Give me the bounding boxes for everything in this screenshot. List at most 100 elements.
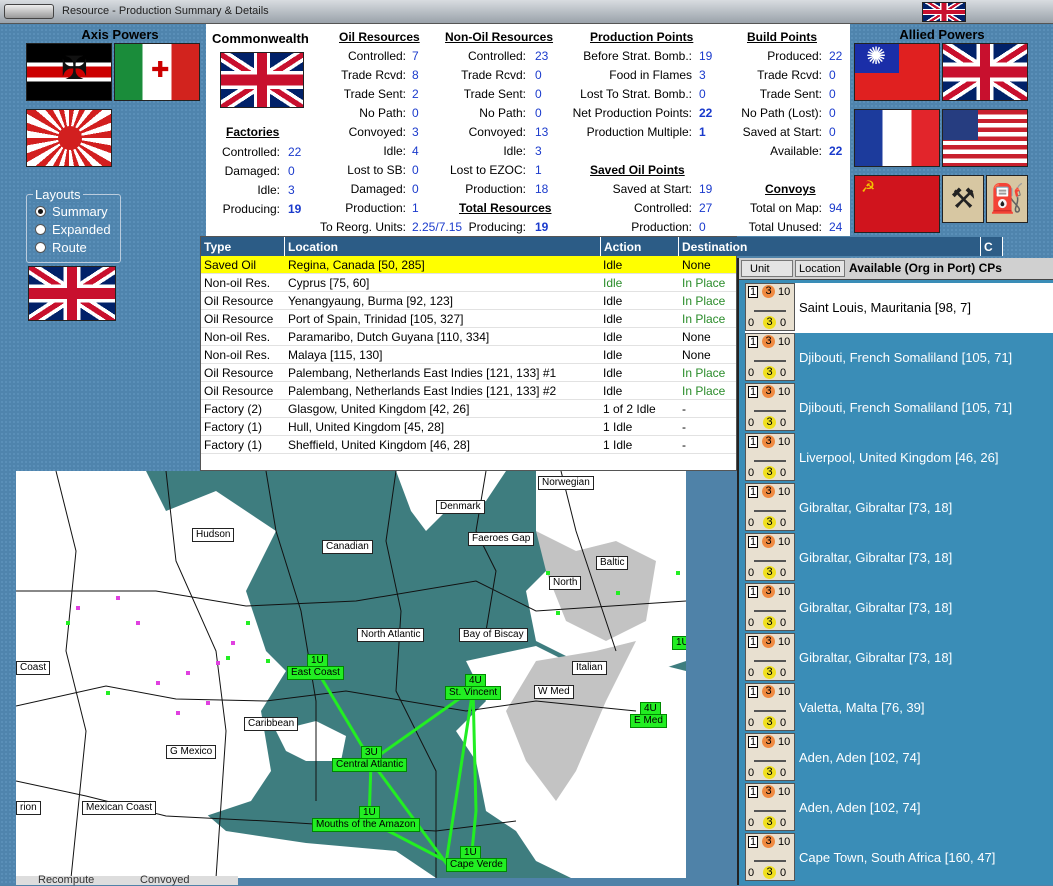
cell-type: Oil Resource (204, 384, 274, 398)
table-row[interactable]: Oil Resource Yenangyaung, Burma [92, 123]… (201, 292, 736, 310)
table-row[interactable]: Factory (1) Hull, United Kingdom [45, 28]… (201, 418, 736, 436)
savedoil-label: Saved at Start: (612, 182, 692, 196)
table-row[interactable]: Saved Oil Regina, Canada [50, 285] Idle Non… (201, 256, 736, 274)
convoy-unit-icon: 1 3 10 0 3 0 (745, 633, 795, 681)
nonoil-label: Controlled: (467, 49, 526, 63)
nonoil-value: 0 (535, 87, 542, 101)
table-row[interactable]: Oil Resource Port of Spain, Trinidad [105… (201, 310, 736, 328)
unit-stat: 3 (762, 635, 775, 648)
mine-icon[interactable]: ⚒ (942, 175, 984, 223)
bp-value: 0 (829, 106, 836, 120)
route-sea-label[interactable]: Central Atlantic (332, 758, 408, 772)
table-row[interactable]: Factory (1) Sheffield, United Kingdom [46… (201, 436, 736, 454)
convoyed-option[interactable]: Convoyed (140, 874, 190, 886)
nonoil-label: No Path: (479, 106, 526, 120)
cp-list-item[interactable]: 1 3 10 0 3 0 Cape Town, South Africa [160, 47] (745, 833, 1053, 883)
table-row[interactable]: Non-oil Res. Malaya [115, 130] Idle None (201, 346, 736, 364)
cp-list-item[interactable]: 1 3 10 0 3 0 Djibouti, French Somaliland [105,… (745, 333, 1053, 383)
cell-location: Regina, Canada [50, 285] (288, 258, 425, 272)
table-row[interactable]: Non-oil Res. Cyprus [75, 60] Idle In Place (201, 274, 736, 292)
nonoil-label: Trade Sent: (463, 87, 526, 101)
col-destination[interactable]: Destination (679, 237, 981, 256)
cp-list-item[interactable]: 1 3 10 0 3 0 Valetta, Malta [76, 39] (745, 683, 1053, 733)
cell-type: Saved Oil (204, 258, 257, 272)
france-flag-icon[interactable] (854, 109, 940, 167)
usa-flag-icon[interactable] (942, 109, 1028, 167)
col-type[interactable]: Type (201, 237, 285, 256)
route-sea-label[interactable]: Mouths of the Amazon (312, 818, 420, 832)
savedoil-label: Controlled: (633, 201, 692, 215)
unit-stat: 3 (763, 516, 776, 529)
unit-stat: 1 (748, 286, 758, 298)
table-row[interactable]: Factory (2) Glasgow, United Kingdom [42, … (201, 400, 736, 418)
unit-stat: 0 (780, 567, 787, 579)
unit-stat: 0 (748, 467, 755, 479)
table-row[interactable]: Oil Resource Palembang, Netherlands East … (201, 382, 736, 400)
cp-list-item[interactable]: 1 3 10 0 3 0 Gibraltar, Gibraltar [73, 18] (745, 633, 1053, 683)
ussr-flag-icon[interactable] (854, 175, 940, 233)
route-sea-label[interactable]: East Coast (287, 666, 344, 680)
ship-icon (754, 802, 786, 812)
route-sea-label[interactable]: Cape Verde (446, 858, 507, 872)
cp-list-item[interactable]: 1 3 10 0 3 0 Gibraltar, Gibraltar [73, 18] (745, 483, 1053, 533)
cell-location: Yenangyaung, Burma [92, 123] (288, 294, 454, 308)
convoy-unit-icon: 1 3 10 0 3 0 (745, 483, 795, 531)
ship-icon (754, 752, 786, 762)
oil-derrick-icon[interactable]: ⛽ (986, 175, 1028, 223)
oil-label: Damaged: (350, 182, 406, 196)
convoy-unit-icon: 1 3 10 0 3 0 (745, 683, 795, 731)
world-map[interactable]: Norwegian Denmark Hudson Canadian Faeroe… (16, 471, 686, 878)
map-label: Coast (16, 661, 51, 675)
cell-location: Sheffield, United Kingdom [46, 28] (288, 438, 470, 452)
italy-flag-icon[interactable] (114, 43, 200, 101)
cp-list-item[interactable]: 1 3 10 0 3 0 Djibouti, French Somaliland [105,… (745, 383, 1053, 433)
unit-stat: 3 (763, 666, 776, 679)
col-unit[interactable]: Unit (741, 260, 793, 277)
map-label: W Med (534, 685, 574, 699)
cp-list-item[interactable]: 1 3 10 0 3 0 Aden, Aden [102, 74] (745, 783, 1053, 833)
recompute-button[interactable]: Recompute (38, 874, 94, 886)
cp-list-item[interactable]: 1 3 10 0 3 0 Gibraltar, Gibraltar [73, 18] (745, 533, 1053, 583)
bp-value: 0 (829, 68, 836, 82)
convoy-unit-icon: 1 3 10 0 3 0 (745, 833, 795, 881)
cp-location: Djibouti, French Somaliland [105, 71] (799, 350, 1013, 365)
route-sea-label[interactable]: St. Vincent (445, 686, 502, 700)
cell-destination: In Place (682, 312, 726, 326)
japan-flag-icon[interactable] (26, 109, 112, 167)
germany-flag-icon[interactable] (26, 43, 112, 101)
layout-route-radio[interactable]: Route (35, 240, 87, 255)
cell-destination: None (682, 258, 711, 272)
cell-destination: In Place (682, 384, 726, 398)
cp-list-item[interactable]: 1 3 10 0 3 0 Aden, Aden [102, 74] (745, 733, 1053, 783)
map-label: Caribbean (244, 717, 299, 731)
route-sea-label[interactable]: E Med (630, 714, 667, 728)
oil-label: Production: (345, 201, 406, 215)
cp-list-item[interactable]: 1 3 10 0 3 0 Gibraltar, Gibraltar [73, 18] (745, 583, 1053, 633)
table-row[interactable]: Oil Resource Palembang, Netherlands East … (201, 364, 736, 382)
layout-summary-radio[interactable]: Summary (35, 204, 108, 219)
table-row[interactable]: Non-oil Res. Paramaribo, Dutch Guyana [11… (201, 328, 736, 346)
window-menu-button[interactable] (4, 4, 54, 19)
unit-stat: 0 (748, 817, 755, 829)
nonoil-value: 3 (535, 144, 542, 158)
col-location[interactable]: Location (795, 260, 845, 277)
china-flag-icon[interactable] (854, 43, 940, 101)
col-action[interactable]: Action (601, 237, 679, 256)
commonwealth-flag-icon[interactable] (942, 43, 1028, 101)
unit-stat: 0 (780, 617, 787, 629)
unit-stat: 3 (763, 866, 776, 879)
cp-list-item[interactable]: 1 3 10 0 3 0 Liverpool, United Kingdom [46, 26… (745, 433, 1053, 483)
unit-stat: 10 (778, 436, 791, 448)
col-location[interactable]: Location (285, 237, 601, 256)
col-c[interactable]: C (981, 237, 1003, 256)
map-label: Faeroes Gap (468, 532, 535, 546)
pp-label: Lost To Strat. Bomb.: (580, 87, 692, 101)
layout-expanded-radio[interactable]: Expanded (35, 222, 111, 237)
oil-label: Idle: (383, 144, 406, 158)
bp-label: Produced: (767, 49, 822, 63)
pp-label: Net Production Points: (572, 106, 692, 120)
cp-list-item[interactable]: 1 3 10 0 3 0 Saint Louis, Mauritania [98, 7] (745, 283, 1053, 333)
commonwealth-flag-icon[interactable] (28, 266, 116, 321)
map-label: Mexican Coast (82, 801, 157, 815)
non-oil-resources-title: Non-Oil Resources (445, 30, 554, 44)
